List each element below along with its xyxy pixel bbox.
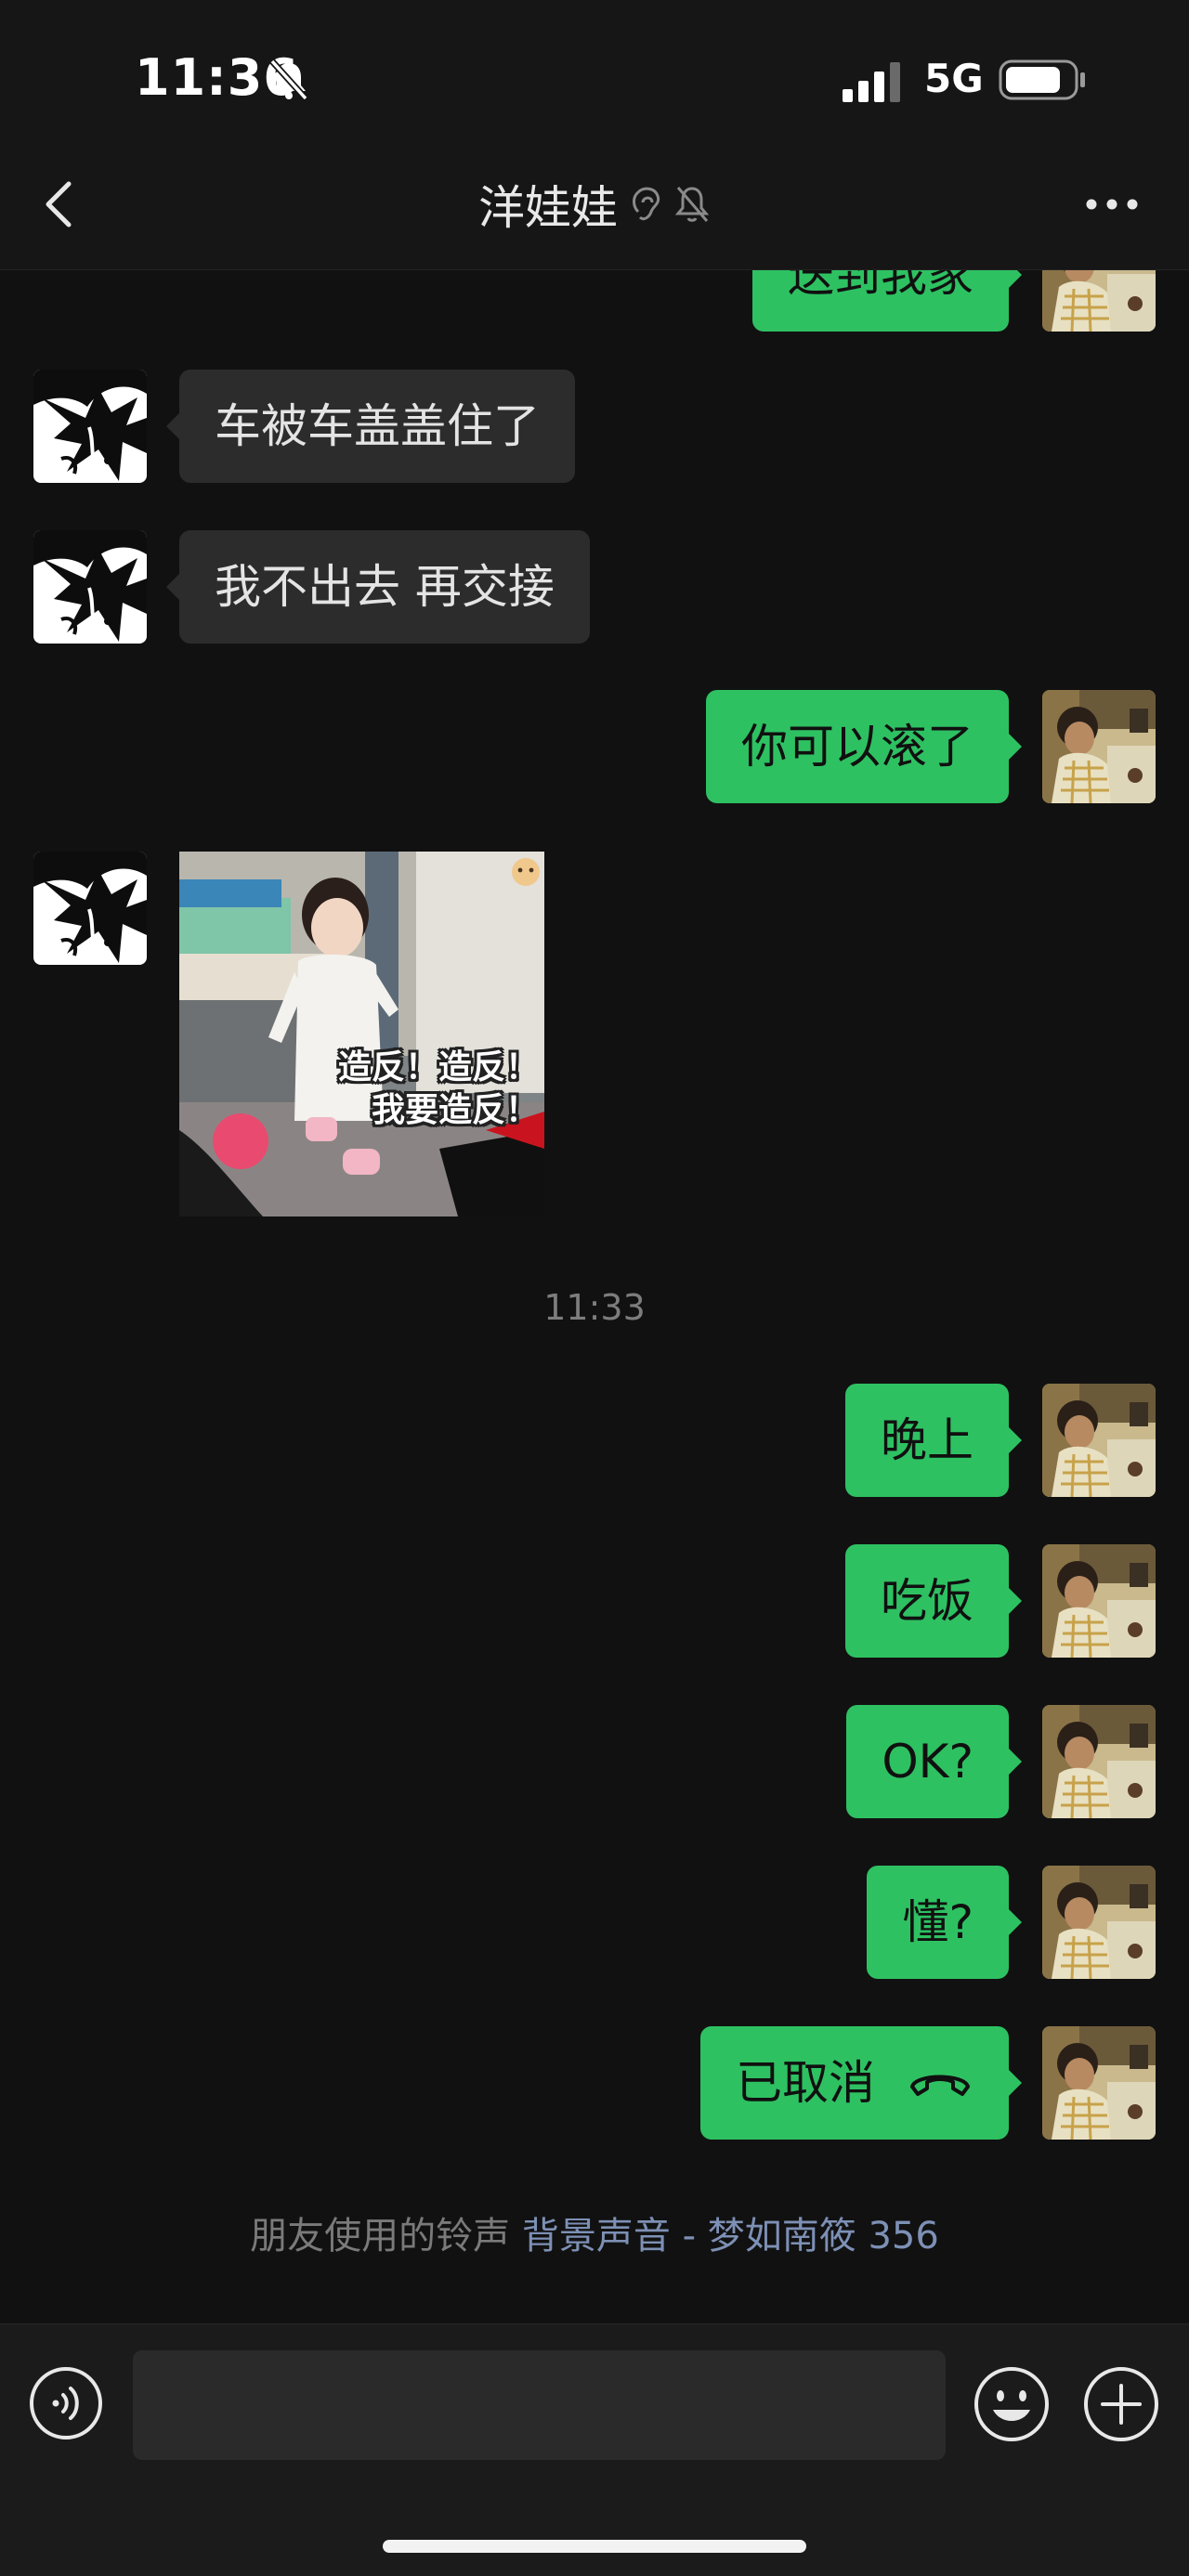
- message-bubble-in[interactable]: 我不出去 再交接: [166, 530, 590, 644]
- chat-screen: 11:36 5G 洋娃娃 送到我家 车被车盖盖住了 我不出去 再交接 你可以滚了…: [0, 0, 1189, 2576]
- cellular-signal-icon: [843, 62, 900, 102]
- emoji-icon[interactable]: [973, 2365, 1051, 2443]
- voice-icon[interactable]: [28, 2365, 104, 2441]
- avatar-self[interactable]: [1042, 2026, 1156, 2140]
- sticker-caption: 造反！造反！ 我要造反！: [337, 1048, 539, 1129]
- bell-muted-icon: [674, 187, 710, 222]
- avatar-self[interactable]: [1042, 1866, 1156, 1979]
- avatar-self[interactable]: [1042, 270, 1156, 332]
- message-list[interactable]: 送到我家 车被车盖盖住了 我不出去 再交接 你可以滚了 造反！造反！ 我要造反！…: [0, 270, 1189, 2322]
- sticker-illustration: [179, 852, 544, 1216]
- ringtone-notice: 朋友使用的铃声 背景声音 - 梦如南筱 356: [0, 2205, 1189, 2259]
- phone-hangup-icon: [910, 2075, 970, 2096]
- message-timestamp: 11:33: [543, 1287, 646, 1328]
- call-status-label: 已取消: [736, 2056, 875, 2110]
- ringtone-song-link[interactable]: 背景声音 - 梦如南筱 356: [522, 2215, 939, 2257]
- message-bubble-out[interactable]: 懂?: [867, 1866, 1022, 1979]
- message-bubble-in[interactable]: 车被车盖盖住了: [166, 370, 575, 483]
- battery-icon: [999, 59, 1085, 100]
- message-bubble-out[interactable]: 你可以滚了: [706, 690, 1022, 803]
- network-type: 5G: [924, 56, 984, 101]
- status-bar: 11:36 5G: [0, 0, 1189, 139]
- chat-title[interactable]: 洋娃娃: [478, 171, 618, 238]
- avatar-self[interactable]: [1042, 1544, 1156, 1658]
- input-bar: [0, 2323, 1189, 2576]
- chat-header: 洋娃娃: [0, 139, 1189, 270]
- message-bubble-out[interactable]: OK?: [846, 1705, 1022, 1818]
- ringtone-label: 朋友使用的铃声: [250, 2215, 511, 2257]
- avatar-contact[interactable]: [33, 852, 147, 965]
- avatar-contact[interactable]: [33, 530, 147, 644]
- chat-title-group: 洋娃娃: [0, 176, 1189, 235]
- message-bubble-out[interactable]: 吃饭: [845, 1544, 1022, 1658]
- bell-muted-icon: [269, 59, 308, 101]
- more-dots-icon[interactable]: [1082, 186, 1143, 223]
- message-bubble-out[interactable]: 送到我家: [752, 270, 1022, 332]
- call-record-bubble[interactable]: 已取消: [700, 2026, 1022, 2140]
- message-bubble-out[interactable]: 晚上: [845, 1384, 1022, 1497]
- avatar-self[interactable]: [1042, 690, 1156, 803]
- avatar-self[interactable]: [1042, 1384, 1156, 1497]
- ear-icon: [633, 187, 660, 221]
- plus-icon[interactable]: [1082, 2365, 1160, 2443]
- avatar-contact[interactable]: [33, 370, 147, 483]
- home-indicator[interactable]: [383, 2540, 806, 2553]
- avatar-self[interactable]: [1042, 1705, 1156, 1818]
- message-input[interactable]: [133, 2350, 946, 2460]
- sticker-image[interactable]: 造反！造反！ 我要造反！: [179, 852, 544, 1216]
